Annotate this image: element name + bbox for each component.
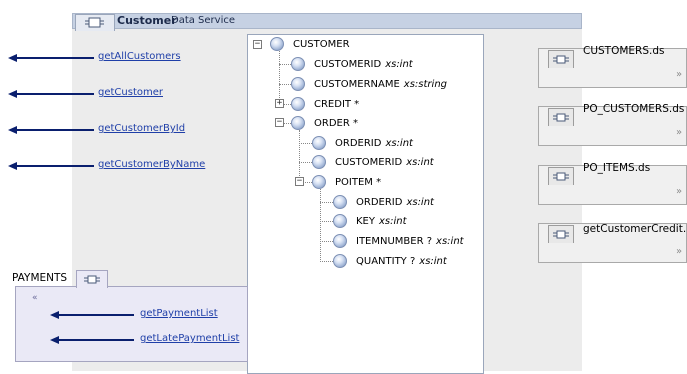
operation-arrow-line bbox=[14, 57, 94, 59]
element-node-icon bbox=[291, 77, 305, 91]
element-node-icon bbox=[291, 116, 305, 130]
node-name: CUSTOMERID bbox=[314, 58, 382, 70]
node-name: CUSTOMER bbox=[293, 38, 350, 50]
node-name: CUSTOMERNAME bbox=[314, 78, 400, 90]
element-node-icon bbox=[333, 195, 347, 209]
operation-arrow-line bbox=[14, 165, 94, 167]
element-node-icon bbox=[312, 155, 326, 169]
data-service-name: Customer bbox=[117, 14, 177, 27]
tree-node-customername[interactable]: CUSTOMERNAME xs:string bbox=[291, 76, 447, 92]
element-node-icon bbox=[291, 57, 305, 71]
expand-toggle-icon[interactable]: + bbox=[275, 99, 284, 108]
node-name: ITEMNUMBER ? bbox=[356, 235, 433, 247]
tree-connector bbox=[320, 189, 321, 262]
operation-link-getcustomerbyname[interactable]: getCustomerByName bbox=[98, 159, 205, 170]
tree-connector bbox=[320, 241, 333, 242]
tree-connector bbox=[284, 123, 291, 124]
payments-tab[interactable] bbox=[76, 270, 108, 288]
tree-node-credit[interactable]: CREDIT * bbox=[291, 96, 359, 112]
data-source-tab[interactable] bbox=[548, 108, 574, 126]
collapse-chevron-icon[interactable]: « bbox=[32, 293, 38, 303]
data-source-icon bbox=[553, 230, 569, 239]
tree-node-quantity[interactable]: QUANTITY ? xs:int bbox=[333, 253, 447, 269]
node-type: xs:int bbox=[419, 255, 447, 267]
element-node-icon bbox=[291, 97, 305, 111]
expand-chevron-icon[interactable]: » bbox=[676, 246, 682, 257]
expand-chevron-icon[interactable]: » bbox=[676, 127, 682, 138]
node-type: xs:string bbox=[403, 78, 447, 90]
node-name: POITEM * bbox=[335, 176, 382, 188]
operation-arrow-line bbox=[56, 314, 134, 316]
element-node-icon bbox=[312, 136, 326, 150]
tree-node-poitem[interactable]: POITEM * bbox=[312, 174, 381, 190]
element-node-icon bbox=[333, 254, 347, 268]
node-name: CREDIT * bbox=[314, 98, 360, 110]
node-name: KEY bbox=[356, 215, 375, 227]
element-node-icon bbox=[333, 214, 347, 228]
tree-connector bbox=[320, 202, 333, 203]
collapse-toggle-icon[interactable]: − bbox=[295, 177, 304, 186]
operation-arrow-line bbox=[56, 339, 134, 341]
tree-node-itemnumber[interactable]: ITEMNUMBER ? xs:int bbox=[333, 233, 464, 249]
tree-connector bbox=[320, 261, 333, 262]
data-source-label: PO_ITEMS.ds bbox=[583, 162, 651, 174]
operation-arrow-line bbox=[14, 129, 94, 131]
tree-connector bbox=[320, 221, 333, 222]
tree-node-order[interactable]: ORDER * bbox=[291, 115, 358, 131]
expand-chevron-icon[interactable]: » bbox=[676, 186, 682, 197]
node-type: xs:int bbox=[385, 58, 413, 70]
node-name: QUANTITY ? bbox=[356, 255, 416, 267]
tree-connector bbox=[284, 104, 291, 105]
tree-node-orderid[interactable]: ORDERID xs:int bbox=[312, 135, 413, 151]
data-source-icon bbox=[553, 113, 569, 122]
node-name: CUSTOMERID bbox=[335, 156, 403, 168]
node-type: xs:int bbox=[385, 137, 413, 149]
collapse-toggle-icon[interactable]: − bbox=[253, 40, 262, 49]
node-type: xs:int bbox=[406, 196, 434, 208]
node-name: ORDER * bbox=[314, 117, 358, 129]
data-source-label: getCustomerCredit. bbox=[583, 223, 687, 235]
element-node-icon bbox=[312, 175, 326, 189]
data-service-tab[interactable] bbox=[75, 14, 115, 31]
data-source-icon bbox=[553, 172, 569, 181]
node-type: xs:int bbox=[378, 215, 407, 227]
operation-link-getallcustomers[interactable]: getAllCustomers bbox=[98, 51, 181, 62]
tree-node-key[interactable]: KEY xs:int bbox=[333, 213, 407, 229]
data-service-icon bbox=[85, 17, 104, 28]
tree-connector bbox=[299, 130, 300, 182]
data-source-tab[interactable] bbox=[548, 50, 574, 68]
tree-connector bbox=[279, 84, 291, 85]
tree-connector bbox=[279, 64, 291, 65]
node-name: ORDERID bbox=[335, 137, 382, 149]
tree-node-customerid[interactable]: CUSTOMERID xs:int bbox=[291, 56, 413, 72]
tree-node-orderid[interactable]: ORDERID xs:int bbox=[333, 194, 434, 210]
data-source-icon bbox=[553, 55, 569, 64]
data-source-label: CUSTOMERS.ds bbox=[583, 45, 665, 57]
tree-connector bbox=[299, 143, 312, 144]
data-source-label: PO_CUSTOMERS.ds bbox=[583, 103, 685, 115]
operation-link-getcustomer[interactable]: getCustomer bbox=[98, 87, 163, 98]
tree-connector bbox=[279, 51, 280, 104]
operation-link-getpaymentlist[interactable]: getPaymentList bbox=[140, 308, 218, 319]
node-name: ORDERID bbox=[356, 196, 403, 208]
tree-node-customerid[interactable]: CUSTOMERID xs:int bbox=[312, 154, 434, 170]
expand-chevron-icon[interactable]: » bbox=[676, 69, 682, 80]
payments-panel bbox=[15, 286, 248, 362]
element-node-icon bbox=[270, 37, 284, 51]
payments-label: PAYMENTS bbox=[12, 272, 68, 284]
node-type: xs:int bbox=[436, 235, 464, 247]
collapse-toggle-icon[interactable]: − bbox=[275, 118, 284, 127]
tree-node-customer[interactable]: CUSTOMER bbox=[270, 36, 350, 52]
tree-connector bbox=[299, 162, 312, 163]
data-source-tab[interactable] bbox=[548, 167, 574, 185]
operation-arrow-line bbox=[14, 93, 94, 95]
operation-link-getlatepaymentlist[interactable]: getLatePaymentList bbox=[140, 333, 239, 344]
data-service-subtitle: Data Service bbox=[171, 14, 236, 26]
data-service-icon bbox=[84, 275, 100, 284]
tree-connector bbox=[303, 182, 312, 183]
data-source-tab[interactable] bbox=[548, 225, 574, 243]
node-type: xs:int bbox=[406, 156, 434, 168]
operation-link-getcustomerbyid[interactable]: getCustomerById bbox=[98, 123, 185, 134]
element-node-icon bbox=[333, 234, 347, 248]
